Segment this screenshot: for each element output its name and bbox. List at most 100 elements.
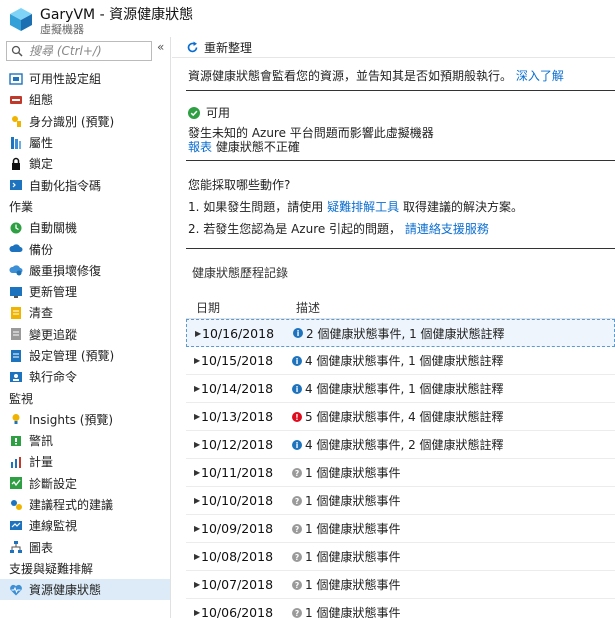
table-row[interactable]: ▶ 10/06/2018? 1 個健康狀態事件 — [186, 599, 615, 618]
sidebar-item-label: 組態 — [29, 93, 54, 108]
row-date: 10/06/2018 — [201, 605, 274, 618]
table-row[interactable]: ▶ 10/15/2018 i 4 個健康狀態事件, 1 個健康狀態註釋 — [186, 347, 615, 375]
table-row[interactable]: ▶ 10/07/2018? 1 個健康狀態事件 — [186, 571, 615, 599]
table-row[interactable]: ▶ 10/11/2018? 1 個健康狀態事件 — [186, 459, 615, 487]
expand-caret-icon[interactable]: ▶ — [186, 608, 200, 617]
row-description: 4 個健康狀態事件, 1 個健康狀態註釋 — [305, 382, 504, 396]
row-description: 1 個健康狀態事件 — [305, 522, 401, 536]
sidebar-item[interactable]: 可用性設定組 — [0, 68, 170, 89]
svg-text:?: ? — [295, 497, 299, 506]
available-check-icon — [188, 106, 200, 119]
column-header-date: 日期 — [196, 301, 221, 315]
sidebar-item[interactable]: 清查 — [0, 302, 170, 323]
lock-icon — [9, 157, 23, 171]
sidebar-item[interactable]: 屬性 — [0, 132, 170, 153]
update-management-icon — [9, 285, 23, 299]
table-row[interactable]: ▶ 10/12/2018 i 4 個健康狀態事件, 2 個健康狀態註釋 — [186, 431, 615, 459]
expand-caret-icon[interactable]: ▶ — [186, 468, 200, 477]
sidebar-item[interactable]: 計量 — [0, 451, 170, 472]
sidebar-item[interactable]: 組態 — [0, 89, 170, 110]
actions-question: 您能採取哪些動作? — [188, 178, 291, 192]
configuration-icon — [9, 93, 23, 107]
refresh-button[interactable]: 重新整理 — [186, 39, 252, 56]
expand-caret-icon[interactable]: ▶ — [186, 384, 200, 393]
svg-text:!: ! — [295, 413, 298, 422]
sidebar-item[interactable]: 更新管理 — [0, 281, 170, 302]
table-row[interactable]: ▶ 10/10/2018? 1 個健康狀態事件 — [186, 487, 615, 515]
status-label: 可用 — [206, 106, 231, 120]
info-status-icon: i — [292, 439, 302, 450]
divider — [186, 248, 615, 249]
sidebar-item[interactable]: 嚴重損壞修復 — [0, 260, 170, 281]
health-history-table: 日期 描述 ▶ 10/16/2018 i 2 個健康狀態事件, 1 個健康狀態註釋 ▶ 1… — [186, 297, 615, 618]
availability-set-icon — [9, 72, 23, 86]
row-description: 1 個健康狀態事件 — [305, 550, 401, 564]
sidebar-item[interactable]: 設定管理 (預覽) — [0, 345, 170, 366]
search-input[interactable] — [29, 43, 149, 59]
advisor-icon — [9, 498, 23, 512]
disaster-recovery-icon — [9, 263, 23, 277]
expand-caret-icon[interactable]: ▶ — [186, 580, 200, 589]
sidebar-item[interactable]: Insights (預覽) — [0, 409, 170, 430]
sidebar-item[interactable]: 建議程式的建議 — [0, 494, 170, 515]
svg-text:?: ? — [295, 469, 299, 478]
sidebar-item-label: 屬性 — [29, 136, 54, 151]
sidebar-item[interactable]: 連線監視 — [0, 515, 170, 536]
refresh-label: 重新整理 — [204, 41, 253, 55]
table-row[interactable]: ▶ 10/14/2018 i 4 個健康狀態事件, 1 個健康狀態註釋 — [186, 375, 615, 403]
sidebar-item[interactable]: 資源健康狀態 — [0, 579, 170, 601]
expand-caret-icon[interactable]: ▶ — [186, 412, 200, 421]
row-description: 4 個健康狀態事件, 1 個健康狀態註釋 — [305, 354, 504, 368]
info-status-icon: i — [293, 328, 303, 338]
sidebar-item-label: 清查 — [29, 306, 54, 321]
blade-header: GaryVM - 資源健康狀態 虛擬機器 — [0, 0, 615, 37]
sidebar-item[interactable]: 警訊 — [0, 430, 170, 451]
sidebar-item[interactable]: 自動關機 — [0, 217, 170, 238]
learn-more-link[interactable]: 深入了解 — [516, 69, 564, 83]
table-row[interactable]: ▶ 10/13/2018! 5 個健康狀態事件, 4 個健康狀態註釋 — [186, 403, 615, 431]
expand-caret-icon[interactable]: ▶ — [186, 356, 200, 365]
sidebar-item[interactable]: 備份 — [0, 238, 170, 259]
sidebar-item-label: 備份 — [29, 242, 54, 257]
contact-support-link[interactable]: 請連絡支援服務 — [405, 222, 489, 236]
expand-caret-icon[interactable]: ▶ — [186, 552, 200, 561]
sidebar-item[interactable]: 圖表 — [0, 537, 170, 558]
sidebar-item[interactable]: 診斷設定 — [0, 473, 170, 494]
sidebar-item[interactable]: 執行命令 — [0, 366, 170, 387]
svg-text:?: ? — [295, 553, 299, 562]
refresh-icon — [187, 41, 198, 53]
sidebar-item[interactable]: 變更追蹤 — [0, 324, 170, 345]
table-row[interactable]: ▶ 10/08/2018? 1 個健康狀態事件 — [186, 543, 615, 571]
search-box[interactable] — [6, 41, 152, 61]
sidebar-item-label: 嚴重損壞修復 — [29, 263, 102, 278]
expand-caret-icon[interactable]: ▶ — [186, 524, 200, 533]
sidebar-item[interactable]: 自動化指令碼 — [0, 174, 170, 195]
svg-text:i: i — [296, 385, 299, 394]
sidebar-item[interactable]: 身分識別 (預覽) — [0, 111, 170, 132]
table-row[interactable]: ▶ 10/16/2018 i 2 個健康狀態事件, 1 個健康狀態註釋 — [186, 319, 615, 347]
expand-caret-icon[interactable]: ▶ — [187, 329, 201, 338]
troubleshoot-tool-link[interactable]: 疑難排解工具 — [327, 200, 399, 214]
svg-text:i: i — [296, 441, 299, 450]
step1-prefix: 1. 如果發生問題，請使用 — [188, 200, 324, 214]
collapse-sidebar-button[interactable]: « — [157, 40, 164, 54]
sidebar-item[interactable]: 鎖定 — [0, 153, 170, 174]
report-link[interactable]: 報表 — [188, 140, 212, 154]
error-status-icon: ! — [292, 411, 302, 422]
search-icon — [11, 45, 23, 57]
properties-icon — [9, 136, 23, 150]
svg-text:i: i — [296, 357, 299, 366]
unknown-status-icon: ? — [292, 523, 302, 534]
main-content: 重新整理 資源健康狀態會監看您的資源，並告知其是否如預期般執行。 深入了解 可用… — [172, 37, 615, 618]
row-date: 10/12/2018 — [201, 437, 274, 452]
expand-caret-icon[interactable]: ▶ — [186, 496, 200, 505]
row-description: 5 個健康狀態事件, 4 個健康狀態註釋 — [305, 410, 504, 424]
change-tracking-icon — [9, 327, 23, 341]
action-step-2: 2. 若發生您認為是 Azure 引起的問題， 請連絡支援服務 — [188, 220, 489, 237]
history-title: 健康狀態歷程記錄 — [192, 266, 289, 280]
auto-shutdown-icon — [9, 221, 23, 235]
expand-caret-icon[interactable]: ▶ — [186, 440, 200, 449]
sidebar-item-label: 可用性設定組 — [29, 72, 102, 87]
sidebar-nav: 可用性設定組 組態 身分識別 (預覽) 屬性 鎖定 自動化指令碼 作業 自動關機 備份 嚴重損壞修… — [0, 68, 170, 601]
table-row[interactable]: ▶ 10/09/2018? 1 個健康狀態事件 — [186, 515, 615, 543]
